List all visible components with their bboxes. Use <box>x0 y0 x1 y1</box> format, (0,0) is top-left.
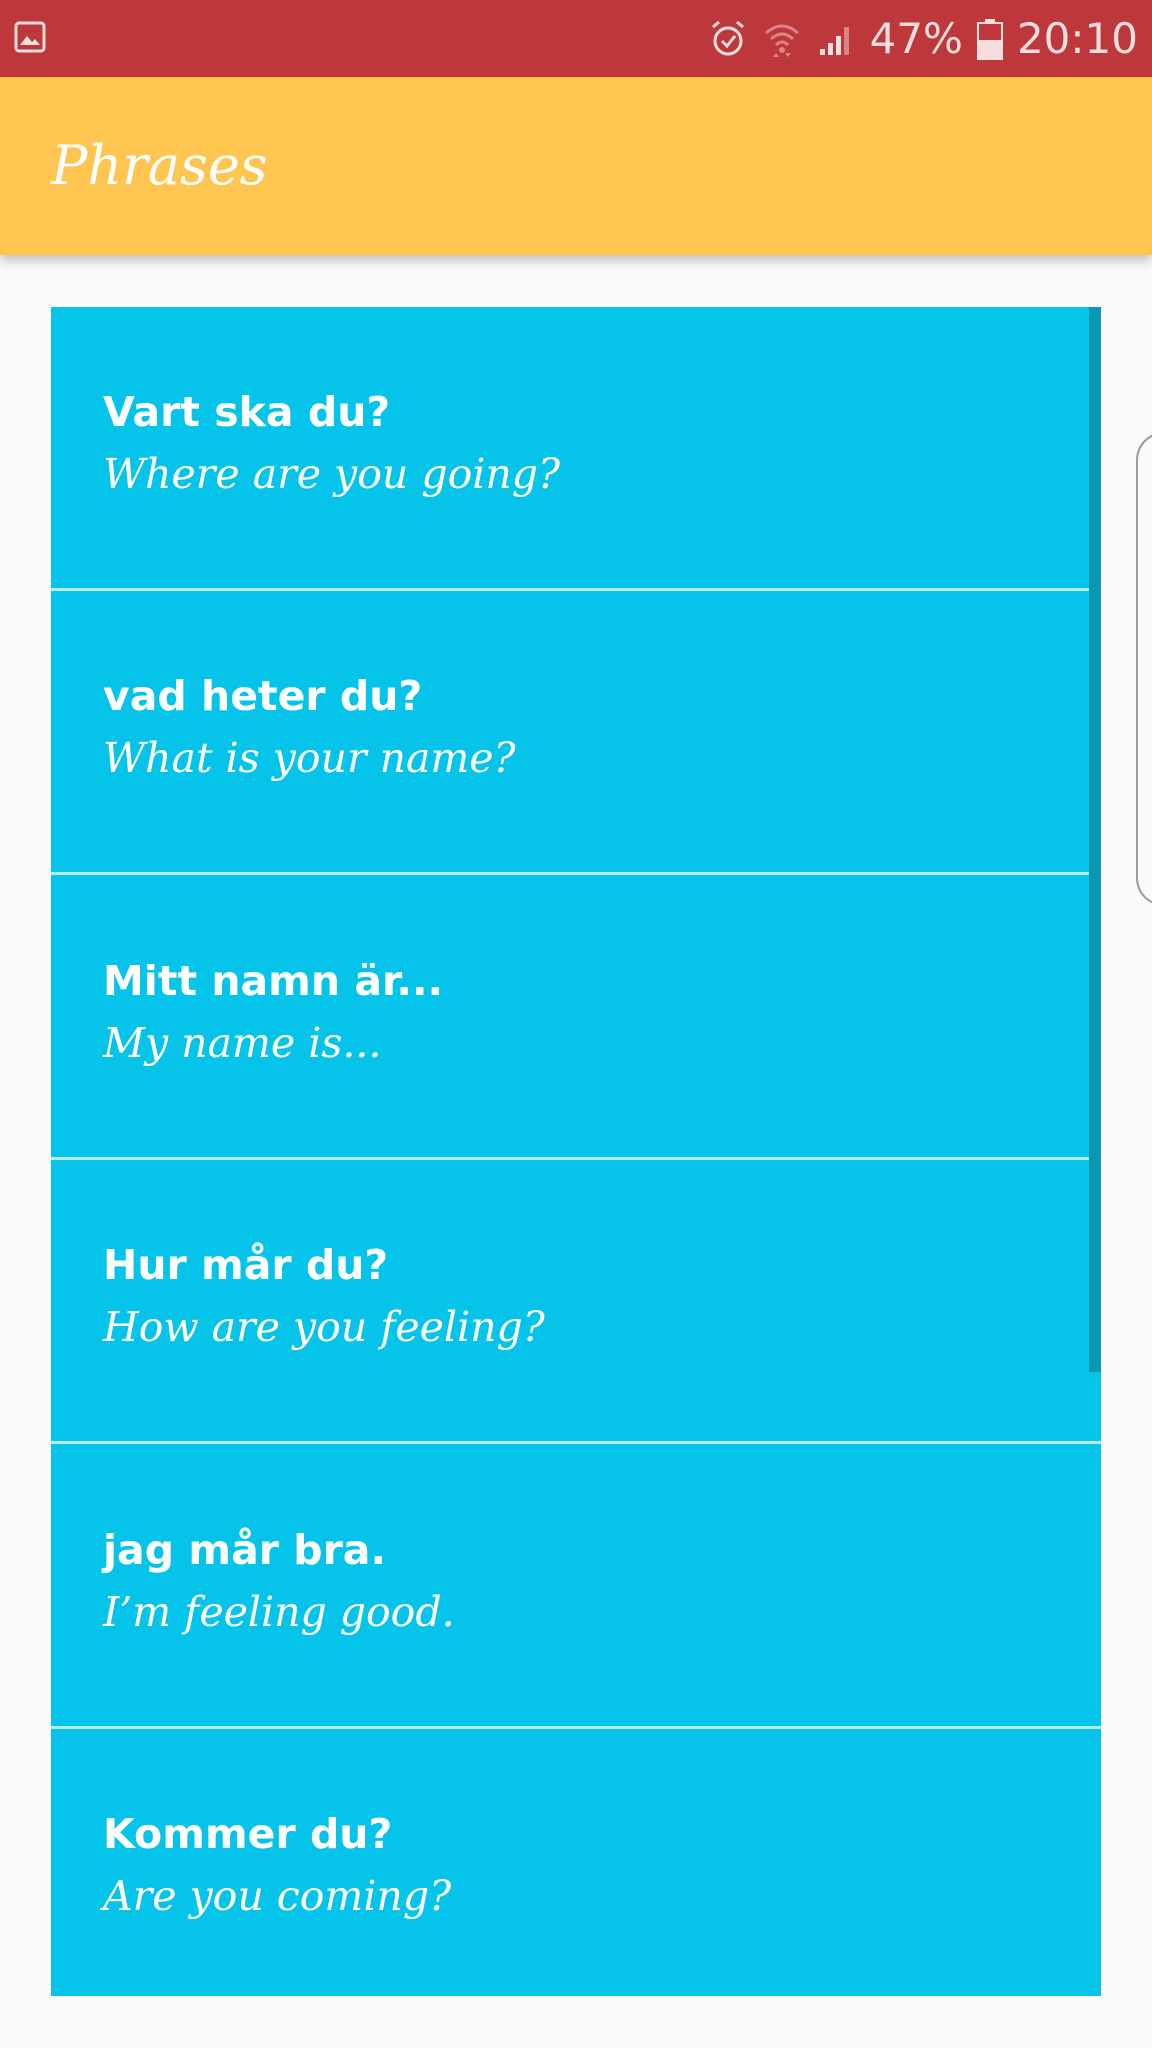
phrase-text: Mitt namn är... <box>103 957 444 1005</box>
edge-panel-handle[interactable] <box>1136 432 1152 906</box>
phrase-text: Hur mår du? <box>103 1241 389 1289</box>
list-item[interactable]: Vart ska du? Where are you going? <box>51 307 1101 591</box>
scrollbar[interactable] <box>1089 307 1101 1372</box>
signal-icon <box>819 26 849 55</box>
app-bar: Phrases <box>0 77 1152 255</box>
phrase-text: Vart ska du? <box>103 388 391 436</box>
page-title: Phrases <box>51 134 268 197</box>
translation-text: I’m feeling good. <box>103 1588 455 1636</box>
list-item[interactable]: Kommer du? Are you coming? <box>51 1729 1101 1996</box>
list-item[interactable]: Hur mår du? How are you feeling? <box>51 1160 1101 1444</box>
translation-text: My name is... <box>103 1019 382 1067</box>
alarm-icon <box>711 20 744 55</box>
wifi-icon <box>764 24 799 57</box>
phrase-text: Kommer du? <box>103 1810 393 1858</box>
phrase-list[interactable]: Vart ska du? Where are you going? vad he… <box>51 307 1101 1996</box>
translation-text: What is your name? <box>103 734 516 782</box>
list-item[interactable]: Mitt namn är... My name is... <box>51 876 1101 1160</box>
translation-text: Where are you going? <box>103 450 561 498</box>
divider <box>51 872 1101 875</box>
translation-text: Are you coming? <box>103 1872 452 1920</box>
status-icons: 47% 20:10 <box>708 0 1138 77</box>
phrase-text: jag mår bra. <box>103 1526 387 1574</box>
translation-text: How are you feeling? <box>103 1303 545 1351</box>
clock: 20:10 <box>1016 14 1138 63</box>
divider <box>51 1441 1101 1444</box>
phrase-text: vad heter du? <box>103 672 423 720</box>
battery-percent: 47% <box>869 14 963 63</box>
gallery-icon <box>14 21 46 53</box>
status-bar: 47% 20:10 <box>0 0 1152 77</box>
list-item[interactable]: jag mår bra. I’m feeling good. <box>51 1445 1101 1729</box>
list-item[interactable]: vad heter du? What is your name? <box>51 591 1101 875</box>
battery-icon <box>976 18 1003 60</box>
